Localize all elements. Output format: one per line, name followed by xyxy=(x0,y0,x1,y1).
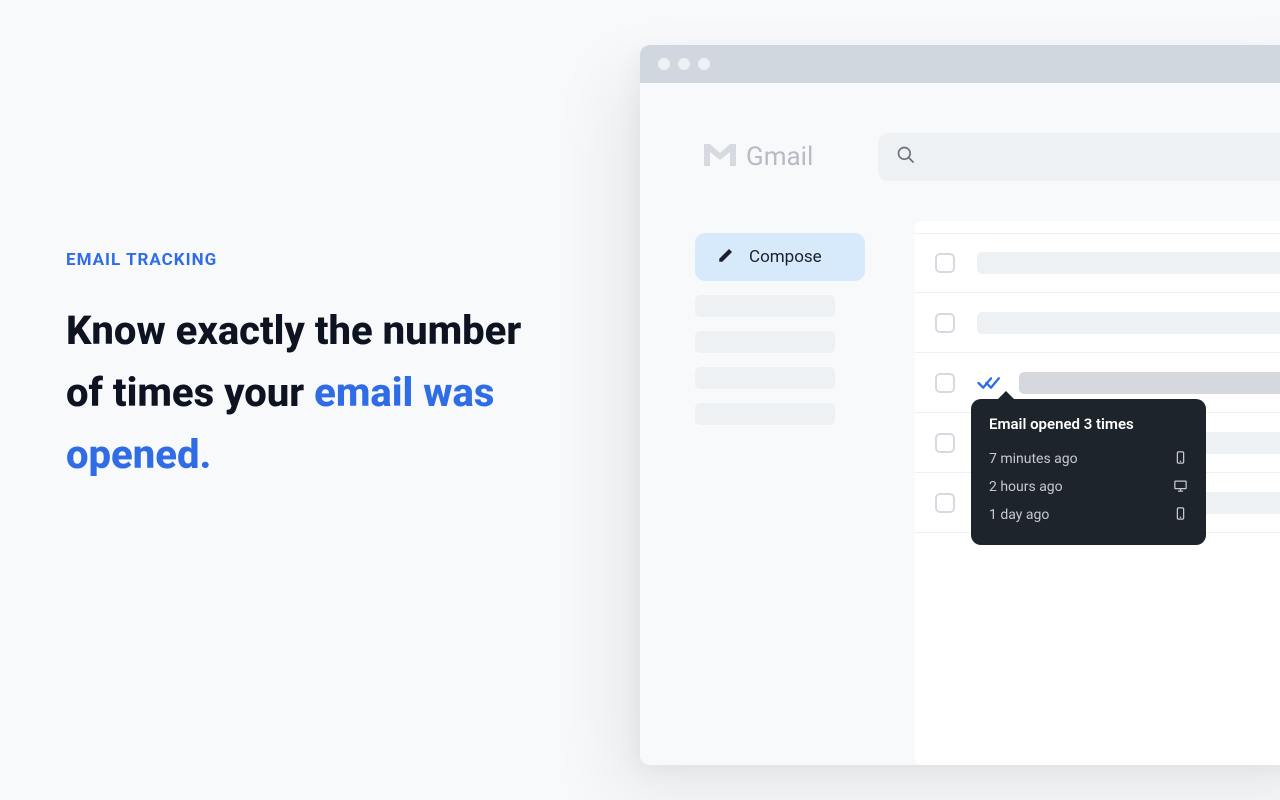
gmail-logo-text: Gmail xyxy=(746,142,813,172)
tooltip-entry: 1 day ago xyxy=(989,501,1188,529)
mail-row[interactable] xyxy=(915,233,1280,293)
mail-list: Email opened 3 times 7 minutes ago 2 hou… xyxy=(915,221,1280,765)
search-icon xyxy=(896,145,916,169)
content-row: Compose xyxy=(640,221,1280,765)
eyebrow-label: EMAIL TRACKING xyxy=(66,250,566,270)
nav-item-placeholder[interactable] xyxy=(695,367,835,389)
tooltip-entry: 2 hours ago xyxy=(989,473,1188,501)
sidebar: Compose xyxy=(695,221,865,765)
mail-subject-placeholder xyxy=(977,312,1280,334)
mobile-icon xyxy=(1173,450,1188,469)
nav-item-placeholder[interactable] xyxy=(695,331,835,353)
search-input[interactable] xyxy=(878,133,1280,181)
select-checkbox[interactable] xyxy=(935,253,955,273)
window-control-minimize[interactable] xyxy=(678,58,690,70)
select-checkbox[interactable] xyxy=(935,433,955,453)
nav-item-placeholder[interactable] xyxy=(695,295,835,317)
desktop-icon xyxy=(1173,478,1188,497)
tooltip-entry: 7 minutes ago xyxy=(989,445,1188,473)
headline: Know exactly the number of times your em… xyxy=(66,300,566,486)
mail-row[interactable] xyxy=(915,293,1280,353)
select-checkbox[interactable] xyxy=(935,493,955,513)
nav-item-placeholder[interactable] xyxy=(695,403,835,425)
mail-subject-placeholder xyxy=(977,252,1280,274)
marketing-copy: EMAIL TRACKING Know exactly the number o… xyxy=(66,250,566,486)
tooltip-time: 1 day ago xyxy=(989,507,1049,523)
window-control-maximize[interactable] xyxy=(698,58,710,70)
window-titlebar xyxy=(640,45,1280,83)
window-control-close[interactable] xyxy=(658,58,670,70)
compose-button[interactable]: Compose xyxy=(695,233,865,281)
double-check-icon[interactable] xyxy=(977,375,1005,391)
gmail-logo[interactable]: Gmail xyxy=(700,140,813,174)
browser-window: Gmail xyxy=(640,45,1280,765)
gmail-m-icon xyxy=(700,140,740,174)
gmail-header: Gmail xyxy=(640,83,1280,221)
tooltip-title: Email opened 3 times xyxy=(989,415,1188,433)
tooltip-time: 2 hours ago xyxy=(989,479,1063,495)
compose-label: Compose xyxy=(749,247,822,267)
tracking-tooltip: Email opened 3 times 7 minutes ago 2 hou… xyxy=(971,399,1206,545)
pencil-icon xyxy=(717,246,735,269)
app-body: Gmail xyxy=(640,83,1280,765)
select-checkbox[interactable] xyxy=(935,313,955,333)
mobile-icon xyxy=(1173,506,1188,525)
select-checkbox[interactable] xyxy=(935,373,955,393)
tooltip-time: 7 minutes ago xyxy=(989,451,1078,467)
mail-subject-placeholder xyxy=(1019,372,1280,394)
